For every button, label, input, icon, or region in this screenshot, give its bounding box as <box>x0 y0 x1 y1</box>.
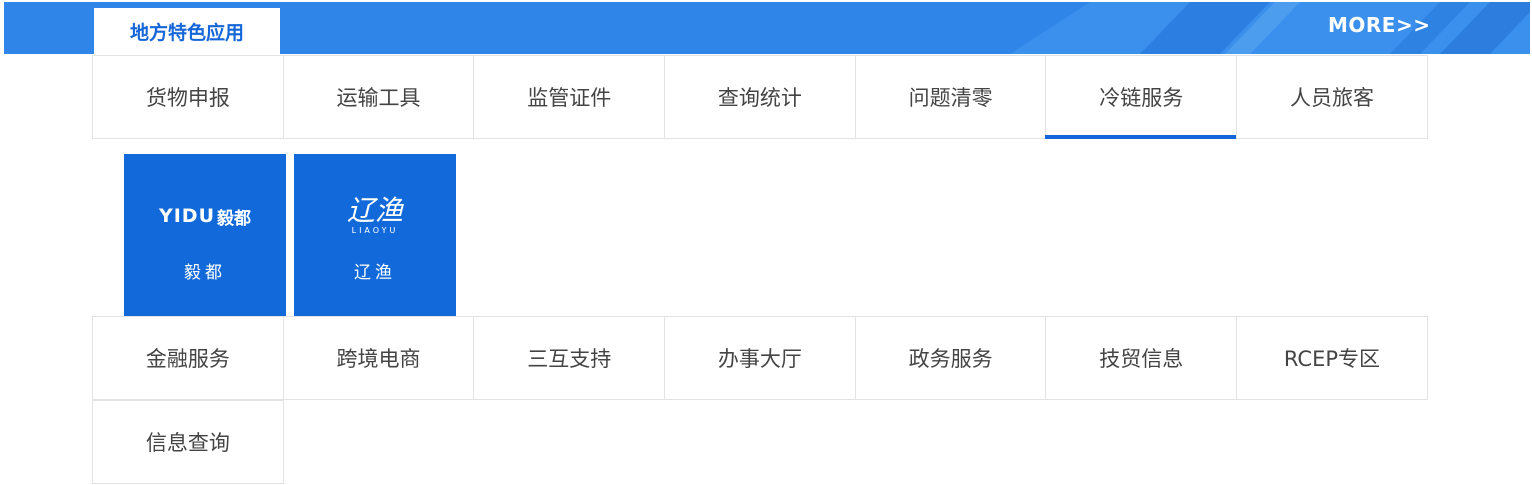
header-decoration <box>1010 2 1530 54</box>
liaoyu-logo-cn: 辽渔 <box>346 194 403 227</box>
category-tab-query-stats[interactable]: 查询统计 <box>664 55 856 139</box>
category-tab-finance[interactable]: 金融服务 <box>92 316 284 400</box>
category-tab-transport[interactable]: 运输工具 <box>282 55 475 139</box>
liaoyu-logo: 辽渔 LIAOYU <box>294 192 456 240</box>
local-apps-panel: 地方特色应用 MORE>> 货物申报 运输工具 监管证件 查询统计 问题清零 冷… <box>0 0 1532 485</box>
category-tab-mutual-support[interactable]: 三互支持 <box>473 316 666 400</box>
category-row-3: 信息查询 <box>92 400 284 484</box>
category-label: 三互支持 <box>527 347 612 371</box>
yidu-logo-cn: 毅都 <box>217 208 252 229</box>
section-header: 地方特色应用 MORE>> <box>4 2 1530 54</box>
category-label: 政务服务 <box>908 347 993 371</box>
category-tab-cold-chain[interactable]: 冷链服务 <box>1045 55 1238 139</box>
category-label: 金融服务 <box>145 347 230 371</box>
tab-local-apps[interactable]: 地方特色应用 <box>94 8 280 54</box>
category-tab-rcep[interactable]: RCEP专区 <box>1236 316 1428 400</box>
category-label: 信息查询 <box>145 431 230 455</box>
app-tile-yidu[interactable]: YIDU 毅都 毅都 <box>124 154 286 316</box>
app-name: 辽渔 <box>354 263 396 283</box>
category-label: 查询统计 <box>717 86 802 110</box>
tab-local-apps-label: 地方特色应用 <box>129 22 244 44</box>
category-label: 冷链服务 <box>1099 86 1184 110</box>
category-tab-goods-declaration[interactable]: 货物申报 <box>92 55 284 139</box>
category-label: 问题清零 <box>908 86 993 110</box>
liaoyu-logo-mark: 辽渔 LIAOYU <box>347 196 403 236</box>
app-tiles: YIDU 毅都 毅都 辽渔 LIAOYU 辽渔 <box>124 154 456 316</box>
category-label: 监管证件 <box>527 86 612 110</box>
more-link[interactable]: MORE>> <box>1328 13 1430 37</box>
category-tab-personnel[interactable]: 人员旅客 <box>1236 55 1428 139</box>
category-label: 人员旅客 <box>1289 86 1374 110</box>
category-tab-info-query[interactable]: 信息查询 <box>92 400 284 484</box>
yidu-logo-mark: YIDU 毅都 <box>159 204 251 229</box>
category-label: 货物申报 <box>145 86 230 110</box>
category-label: 运输工具 <box>336 86 421 110</box>
category-tab-permits[interactable]: 监管证件 <box>473 55 666 139</box>
yidu-logo: YIDU 毅都 <box>124 192 286 240</box>
category-tab-government-services[interactable]: 政务服务 <box>854 316 1047 400</box>
category-tab-cross-border-ecommerce[interactable]: 跨境电商 <box>282 316 475 400</box>
liaoyu-logo-latin: LIAOYU <box>351 226 399 235</box>
category-tab-issue-clearing[interactable]: 问题清零 <box>854 55 1047 139</box>
category-label: 技贸信息 <box>1099 347 1184 371</box>
category-tab-tech-trade-info[interactable]: 技贸信息 <box>1045 316 1238 400</box>
category-tab-service-hall[interactable]: 办事大厅 <box>664 316 856 400</box>
yidu-logo-latin: YIDU <box>158 205 216 227</box>
app-name: 毅都 <box>184 263 226 283</box>
category-label: 跨境电商 <box>336 347 421 371</box>
app-tile-liaoyu[interactable]: 辽渔 LIAOYU 辽渔 <box>294 154 456 316</box>
category-label: 办事大厅 <box>717 347 802 371</box>
category-label: RCEP专区 <box>1283 347 1381 371</box>
category-row-2: 金融服务 跨境电商 三互支持 办事大厅 政务服务 技贸信息 RCEP专区 <box>92 316 1434 400</box>
category-row-1: 货物申报 运输工具 监管证件 查询统计 问题清零 冷链服务 人员旅客 <box>92 55 1434 139</box>
